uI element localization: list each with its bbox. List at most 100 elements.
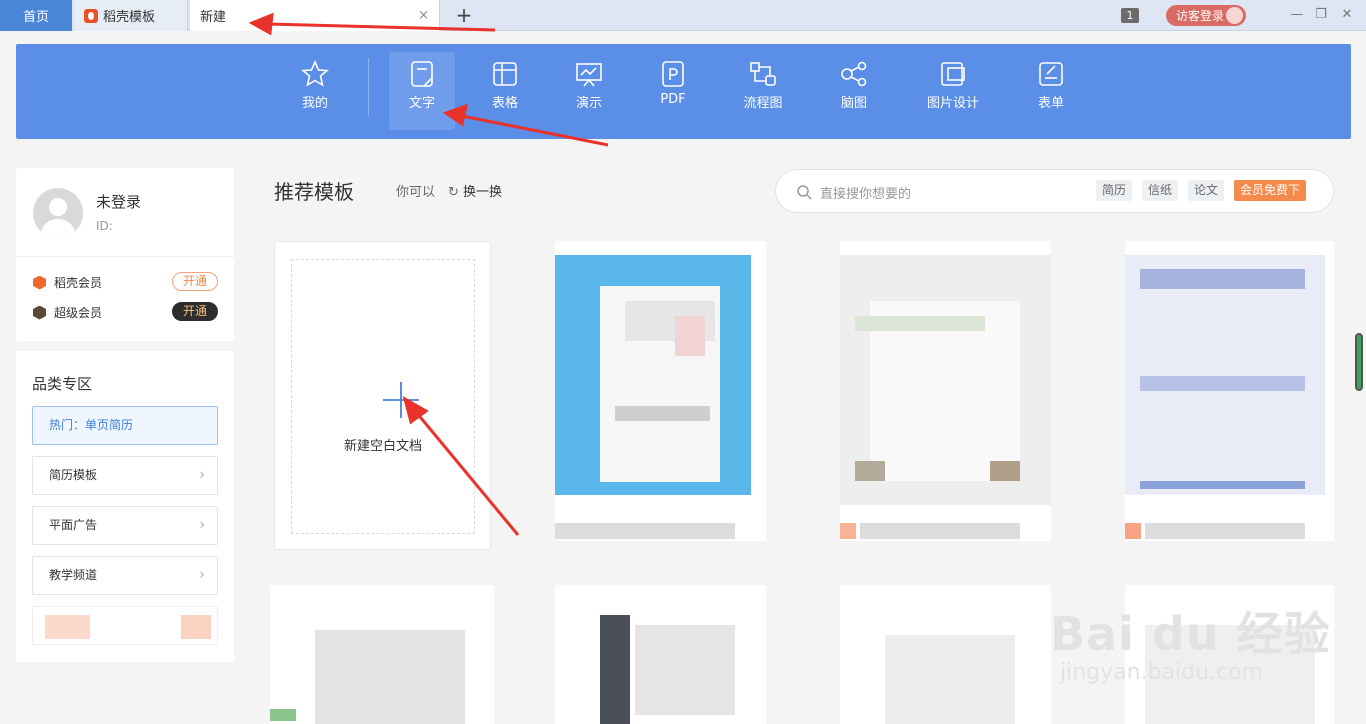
thumbnail-caption-icon — [1125, 523, 1141, 539]
tab-close-icon[interactable]: × — [418, 8, 429, 23]
thumbnail-block — [1140, 269, 1305, 289]
window-count-badge[interactable]: 1 — [1121, 8, 1139, 23]
template-thumbnail[interactable] — [555, 241, 766, 541]
search-tag-letter-paper[interactable]: 信纸 — [1142, 180, 1179, 201]
super-member-row: 超级会员 — [33, 304, 102, 321]
tab-new-label: 新建 — [200, 10, 227, 25]
open-super-member-button[interactable]: 开通 — [172, 302, 218, 321]
new-blank-document-tile[interactable]: 新建空白文档 — [274, 241, 491, 550]
avatar[interactable] — [33, 188, 83, 238]
tool-mine[interactable]: 我的 — [282, 52, 348, 130]
category-card: 品类专区 热门：单页简历 简历模板 › 平面广告 › 教学频道 › — [16, 351, 234, 662]
tool-flowchart[interactable]: 流程图 — [730, 52, 796, 130]
template-thumbnail[interactable] — [555, 585, 766, 724]
new-blank-document-label: 新建空白文档 — [343, 439, 422, 454]
thumbnail-block — [990, 461, 1020, 481]
thumbnail-block — [615, 406, 710, 421]
daoke-member-row: 稻壳会员 — [33, 274, 102, 291]
thumbnail-caption — [1145, 523, 1305, 539]
daoke-member-icon — [33, 275, 46, 290]
tab-daoke-templates[interactable]: 稻壳模板 — [74, 0, 188, 31]
chevron-right-icon: › — [199, 517, 205, 533]
template-thumbnail[interactable] — [840, 585, 1051, 724]
search-tag-resume[interactable]: 简历 — [1096, 180, 1133, 201]
avatar-icon — [1226, 7, 1243, 24]
tool-flowchart-label: 流程图 — [743, 96, 783, 111]
open-daoke-member-button[interactable]: 开通 — [172, 272, 218, 291]
tool-presentation-label: 演示 — [575, 96, 602, 111]
thumbnail-caption — [555, 523, 735, 539]
blurred-badge — [181, 615, 211, 639]
flowchart-icon — [750, 62, 776, 86]
thumbnail-block — [855, 316, 985, 331]
daoke-logo-icon — [84, 8, 98, 23]
plus-icon — [383, 382, 419, 418]
blurred-label — [45, 615, 90, 639]
tool-spreadsheet-label: 表格 — [491, 96, 518, 111]
writer-doc-icon — [411, 61, 433, 87]
recommended-templates-title: 推荐模板 — [274, 180, 354, 204]
category-hot-resume[interactable]: 热门：单页简历 — [32, 406, 218, 445]
tool-image-design[interactable]: 图片设计 — [920, 52, 986, 130]
chevron-right-icon: › — [199, 467, 205, 483]
template-search-box[interactable]: 直接搜你想要的 简历 信纸 论文 会员免费下 — [775, 169, 1334, 213]
super-member-label: 超级会员 — [54, 306, 103, 320]
search-input[interactable]: 直接搜你想要的 — [820, 183, 911, 202]
scrollbar-thumb[interactable] — [1355, 333, 1363, 391]
tool-pdf[interactable]: PDF — [640, 52, 706, 130]
template-thumbnail[interactable] — [270, 585, 494, 724]
image-design-icon — [941, 62, 965, 86]
refresh-button[interactable]: ↻ 换一换 — [448, 181, 502, 200]
new-doc-type-toolbar: 我的 文字 表格 演示 PDF 流程图 脑图 图片设计 表单 — [16, 44, 1351, 139]
close-window-button[interactable]: ✕ — [1338, 6, 1356, 24]
thumbnail-block — [885, 635, 1015, 724]
presentation-icon — [576, 63, 602, 87]
category-title: 品类专区 — [32, 375, 93, 393]
category-resume[interactable]: 简历模板 › — [32, 456, 218, 495]
blank-document-frame: 新建空白文档 — [291, 259, 475, 534]
category-blurred-item[interactable] — [32, 606, 218, 645]
vip-free-download-tag[interactable]: 会员免费下 — [1234, 180, 1307, 201]
tool-mindmap[interactable]: 脑图 — [821, 52, 887, 130]
divider — [16, 256, 234, 257]
daoke-member-label: 稻壳会员 — [54, 276, 103, 290]
thumbnail-block — [600, 615, 630, 724]
thumbnail-caption-icon — [270, 709, 296, 721]
guest-login-label: 访客登录 — [1176, 9, 1225, 23]
watermark-logo-text: Bai du 经验 — [1050, 607, 1331, 661]
tool-writer[interactable]: 文字 — [389, 52, 455, 130]
restore-button[interactable]: ❐ — [1312, 6, 1330, 24]
user-name[interactable]: 未登录 — [96, 191, 141, 212]
search-tag-thesis[interactable]: 论文 — [1188, 180, 1225, 201]
tool-presentation[interactable]: 演示 — [556, 52, 622, 130]
tool-mine-label: 我的 — [301, 96, 328, 111]
category-label: 简历模板 — [49, 468, 98, 482]
tab-daoke-label: 稻壳模板 — [103, 10, 156, 25]
tool-spreadsheet[interactable]: 表格 — [472, 52, 538, 130]
search-icon — [797, 185, 812, 200]
thumbnail-caption-icon — [840, 523, 856, 539]
thumbnail-block — [675, 316, 705, 356]
thumbnail-frame — [1125, 255, 1325, 495]
guest-login-button[interactable]: 访客登录 — [1166, 5, 1246, 26]
chevron-right-icon: › — [199, 567, 205, 583]
template-thumbnail[interactable] — [840, 241, 1051, 541]
tool-form-label: 表单 — [1037, 96, 1064, 111]
watermark-url: jingyan.baidu.com — [1060, 660, 1264, 685]
tab-home-label: 首页 — [22, 10, 49, 25]
tool-writer-label: 文字 — [408, 96, 435, 111]
template-thumbnail[interactable] — [1125, 241, 1334, 541]
tab-new[interactable]: 新建 × — [190, 0, 440, 31]
add-tab-button[interactable]: + — [452, 2, 476, 28]
super-member-icon — [33, 305, 46, 320]
thumbnail-block — [635, 625, 735, 715]
tool-mindmap-label: 脑图 — [840, 96, 867, 111]
category-label: 教学频道 — [49, 568, 98, 582]
category-print-ads[interactable]: 平面广告 › — [32, 506, 218, 545]
tab-home[interactable]: 首页 — [0, 0, 72, 31]
minimize-button[interactable]: — — [1288, 6, 1306, 24]
tool-form[interactable]: 表单 — [1018, 52, 1084, 130]
thumbnail-block — [1140, 481, 1305, 489]
tool-pdf-label: PDF — [660, 92, 686, 107]
category-teaching[interactable]: 教学频道 › — [32, 556, 218, 595]
